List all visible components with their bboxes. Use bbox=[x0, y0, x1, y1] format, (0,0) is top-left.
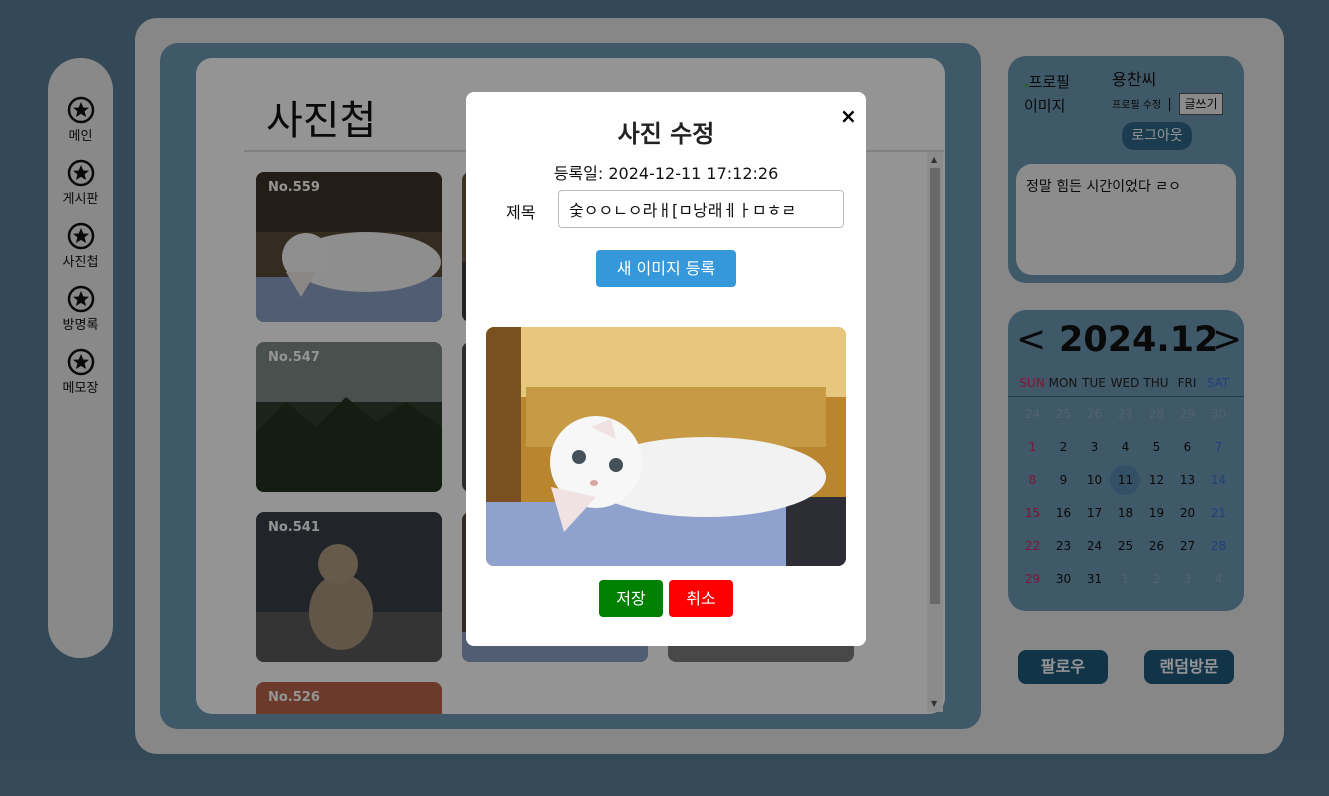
cancel-button[interactable]: 취소 bbox=[669, 580, 733, 617]
title-input[interactable] bbox=[558, 190, 844, 228]
close-icon[interactable]: × bbox=[840, 104, 857, 128]
modal-title: 사진 수정 bbox=[617, 120, 715, 148]
edit-photo-modal: 사진 수정 × 등록일: 2024-12-11 17:12:26 제목 새 이미… bbox=[466, 92, 866, 646]
new-image-button[interactable]: 새 이미지 등록 bbox=[596, 250, 736, 287]
photo-preview bbox=[486, 327, 846, 566]
save-button[interactable]: 저장 bbox=[599, 580, 663, 617]
registration-date: 등록일: 2024-12-11 17:12:26 bbox=[553, 164, 779, 183]
cat-photo bbox=[486, 327, 846, 566]
title-label: 제목 bbox=[506, 203, 536, 222]
